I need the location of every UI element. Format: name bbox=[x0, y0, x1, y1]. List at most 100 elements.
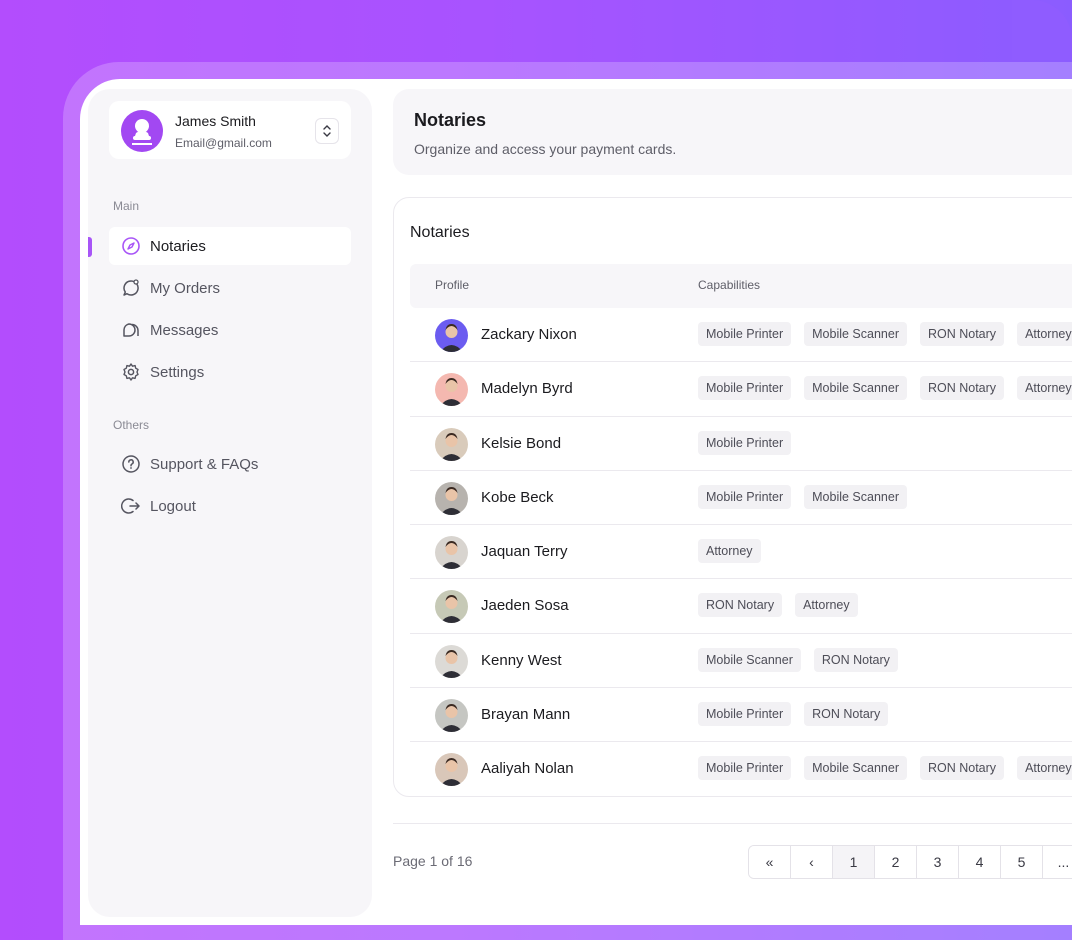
page-title: Notaries bbox=[414, 110, 487, 130]
table-row[interactable]: Jaeden Sosa RON Notary Attorney bbox=[410, 579, 1072, 634]
notary-name: Kelsie Bond bbox=[481, 434, 562, 452]
sidebar-item-support[interactable]: Support & FAQs bbox=[109, 445, 351, 483]
avatar bbox=[435, 644, 468, 678]
capability-tag: Mobile Printer bbox=[698, 322, 792, 346]
capability-tags: Mobile Printer Mobile Scanner RON Notary At… bbox=[698, 756, 1072, 781]
avatar bbox=[435, 427, 468, 461]
capability-tag: Mobile Printer bbox=[698, 376, 792, 401]
sidebar-item-label: Settings bbox=[150, 363, 205, 381]
capability-tag: RON Notary bbox=[813, 647, 898, 672]
capability-tag: Mobile Scanner bbox=[804, 322, 907, 346]
capability-tags: Attorney bbox=[698, 539, 761, 564]
capability-tag: RON Notary bbox=[804, 702, 889, 727]
pagination: « ‹ 1 2 3 4 5... bbox=[748, 845, 1072, 879]
notary-name: Brayan Mann bbox=[481, 706, 571, 724]
prev-page-button[interactable]: ‹ bbox=[791, 846, 833, 878]
divider bbox=[393, 823, 1072, 824]
compass-icon bbox=[121, 236, 141, 256]
capability-tag: Mobile Scanner bbox=[698, 647, 801, 672]
user-switcher[interactable]: James Smith Email@gmail.com bbox=[109, 101, 351, 159]
table-body: Zackary Nixon Mobile Printer Mobile Scanne… bbox=[410, 308, 1072, 796]
page-ellipsis[interactable]: ... bbox=[1043, 846, 1072, 878]
column-header-capabilities: Capabilities bbox=[698, 278, 761, 292]
sidebar-item-logout[interactable]: Logout bbox=[109, 487, 351, 525]
table-row[interactable]: Aaliyah Nolan Mobile Printer Mobile Scanne… bbox=[410, 742, 1072, 796]
capability-tag: RON Notary bbox=[919, 376, 1005, 401]
table-row[interactable]: Kobe Beck Mobile Printer Mobile Scanner bbox=[410, 471, 1072, 526]
capability-tags: Mobile Printer Mobile Scanner bbox=[698, 484, 907, 509]
avatar bbox=[435, 753, 468, 787]
avatar bbox=[435, 481, 468, 515]
sidebar-item-label: Notaries bbox=[150, 237, 206, 255]
app-window: James Smith Email@gmail.com Main Notarie… bbox=[80, 79, 1072, 925]
capability-tag: Mobile Scanner bbox=[804, 756, 907, 781]
sidebar-item-messages[interactable]: Messages bbox=[109, 311, 351, 349]
capability-tags: RON Notary Attorney bbox=[698, 593, 858, 618]
avatar bbox=[435, 319, 468, 352]
sidebar-item-notaries[interactable]: Notaries bbox=[109, 227, 351, 265]
page-header: Notaries Organize and access your paymen… bbox=[393, 89, 1072, 175]
capability-tag: Attorney bbox=[1017, 376, 1072, 401]
user-silhouette-icon bbox=[132, 119, 152, 145]
sidebar-item-settings[interactable]: Settings bbox=[109, 353, 351, 391]
page-subtitle: Organize and access your payment cards. bbox=[414, 141, 677, 157]
capability-tag: Attorney bbox=[698, 539, 761, 564]
gear-icon bbox=[121, 362, 141, 382]
page-button[interactable]: 2 bbox=[875, 846, 917, 878]
table-row[interactable]: Kelsie Bond Mobile Printer bbox=[410, 417, 1072, 471]
notary-name: Madelyn Byrd bbox=[481, 380, 573, 398]
table-row[interactable]: Brayan Mann Mobile Printer RON Notary bbox=[410, 688, 1072, 743]
capability-tags: Mobile Printer Mobile Scanner RON Notary At… bbox=[698, 322, 1072, 346]
user-email: Email@gmail.com bbox=[175, 136, 272, 150]
user-name: James Smith bbox=[175, 113, 256, 129]
avatar bbox=[435, 536, 468, 570]
capability-tag: Attorney bbox=[1017, 756, 1072, 781]
chevron-up-down-icon[interactable] bbox=[315, 118, 339, 144]
sidebar-item-label: Messages bbox=[150, 321, 219, 339]
sidebar-item-my-orders[interactable]: My Orders bbox=[109, 269, 351, 307]
avatar bbox=[435, 590, 468, 624]
page-button[interactable]: 4 bbox=[959, 846, 1001, 878]
sidebar-item-label: Support & FAQs bbox=[150, 455, 259, 473]
notary-name: Zackary Nixon bbox=[481, 326, 577, 343]
chevron-left-icon: ‹ bbox=[809, 854, 814, 870]
capability-tag: RON Notary bbox=[698, 593, 783, 618]
capability-tag: Mobile Printer bbox=[698, 430, 792, 455]
sidebar-item-label: My Orders bbox=[150, 279, 221, 297]
page-info: Page 1 of 16 bbox=[393, 853, 473, 869]
table-row[interactable]: Madelyn Byrd Mobile Printer Mobile Scanner… bbox=[410, 362, 1072, 417]
messages-icon bbox=[121, 320, 141, 340]
double-chevron-left-icon: « bbox=[765, 854, 774, 870]
avatar bbox=[435, 699, 468, 733]
section-label-main: Main bbox=[113, 199, 140, 213]
notaries-table-card: Notaries Profile Capabilities Zackary Ni… bbox=[393, 197, 1072, 797]
page-button[interactable]: 3 bbox=[917, 846, 959, 878]
table-row[interactable]: Kenny West Mobile Scanner RON Notary bbox=[410, 634, 1072, 689]
sidebar-item-label: Logout bbox=[150, 497, 196, 515]
capability-tag: Mobile Scanner bbox=[804, 376, 907, 401]
capability-tag: Attorney bbox=[795, 593, 858, 618]
notary-name: Kenny West bbox=[481, 651, 562, 669]
active-indicator bbox=[88, 237, 92, 257]
section-label-others: Others bbox=[113, 418, 150, 432]
user-avatar bbox=[121, 110, 163, 152]
capability-tag: RON Notary bbox=[919, 756, 1005, 781]
logout-icon bbox=[121, 496, 141, 516]
page-button[interactable]: 5 bbox=[1001, 846, 1043, 878]
column-header-profile: Profile bbox=[435, 278, 470, 292]
chat-bubble-icon bbox=[121, 278, 141, 298]
table-row[interactable]: Jaquan Terry Attorney bbox=[410, 525, 1072, 580]
table-row[interactable]: Zackary Nixon Mobile Printer Mobile Scanne… bbox=[410, 308, 1072, 363]
table-header: Profile Capabilities bbox=[410, 264, 1072, 308]
notary-name: Kobe Beck bbox=[481, 488, 554, 506]
first-page-button[interactable]: « bbox=[749, 846, 791, 878]
capability-tags: Mobile Scanner RON Notary bbox=[698, 647, 898, 672]
notary-name: Aaliyah Nolan bbox=[481, 760, 574, 778]
page-button[interactable]: 1 bbox=[833, 846, 875, 878]
capability-tag: RON Notary bbox=[919, 322, 1005, 346]
capability-tag: Mobile Printer bbox=[698, 756, 792, 781]
notary-name: Jaquan Terry bbox=[481, 543, 568, 561]
avatar bbox=[435, 373, 468, 407]
question-circle-icon bbox=[121, 454, 141, 474]
capability-tag: Mobile Printer bbox=[698, 702, 792, 727]
